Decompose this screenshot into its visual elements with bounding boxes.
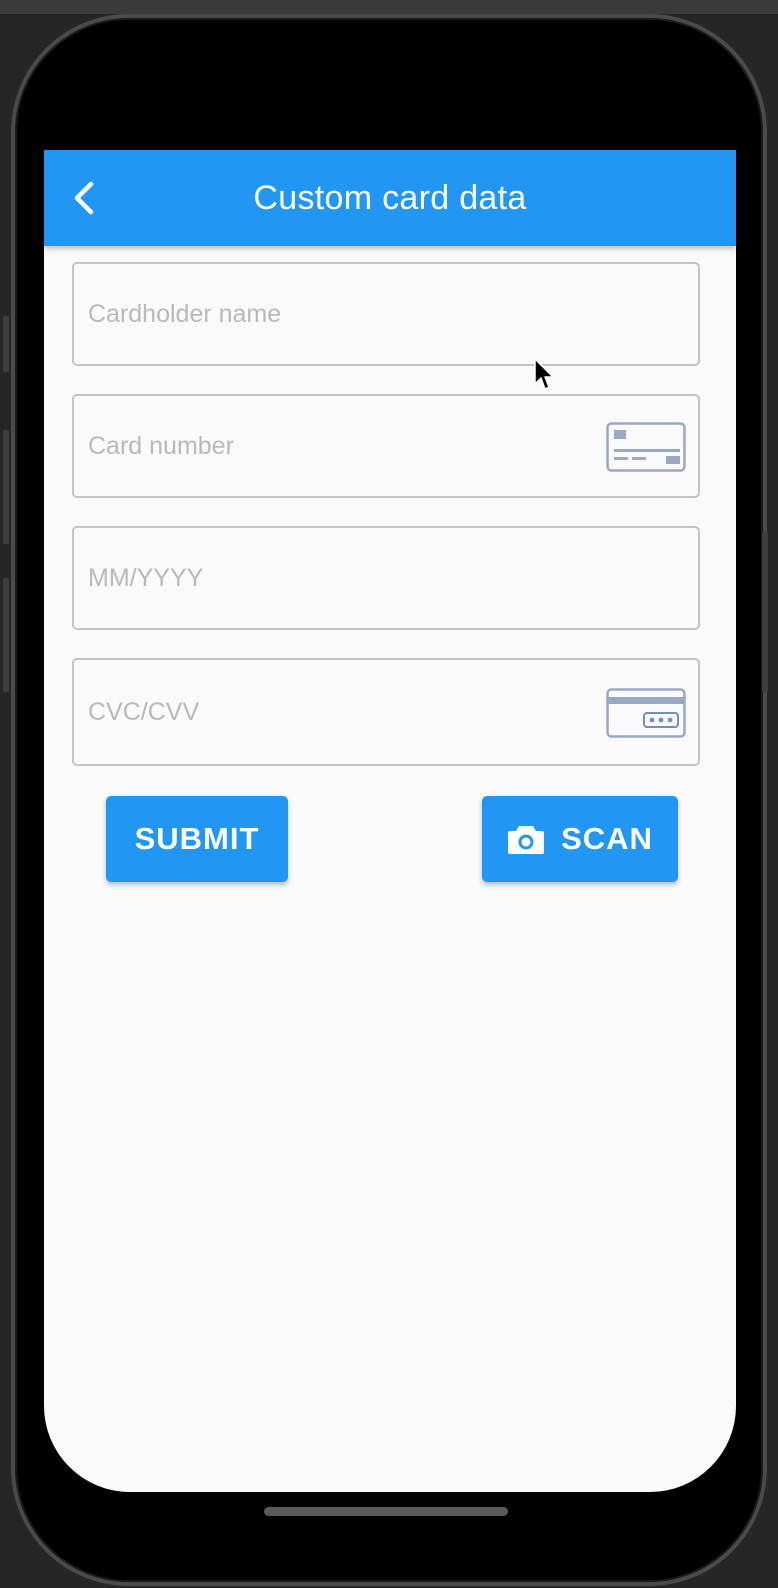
phone-side-button-power xyxy=(762,532,768,692)
home-indicator[interactable] xyxy=(264,1507,508,1516)
credit-card-front-icon xyxy=(606,422,686,472)
submit-button[interactable]: SUBMIT xyxy=(106,796,288,882)
card-number-field[interactable] xyxy=(72,394,700,498)
expiry-date-field[interactable] xyxy=(72,526,700,630)
credit-card-cvc-icon xyxy=(606,688,686,738)
card-number-input[interactable] xyxy=(86,396,590,496)
submit-button-label: SUBMIT xyxy=(134,821,260,856)
phone-side-button-volume-up xyxy=(3,430,9,544)
scan-button[interactable]: SCAN xyxy=(482,796,678,882)
app-screen: Custom card data SUBMIT xyxy=(44,150,736,1492)
cardholder-name-input[interactable] xyxy=(86,264,590,364)
mouse-cursor-icon xyxy=(534,358,554,390)
cardholder-name-field[interactable] xyxy=(72,262,700,366)
app-bar: Custom card data xyxy=(44,150,736,246)
scan-button-label: SCAN xyxy=(561,821,653,856)
expiry-date-input[interactable] xyxy=(86,528,590,628)
page-title: Custom card data xyxy=(253,179,527,217)
camera-icon xyxy=(508,826,545,854)
host-window-strip xyxy=(0,0,778,14)
cvc-field[interactable] xyxy=(72,658,700,766)
cvc-input[interactable] xyxy=(86,660,590,764)
phone-side-button-silent xyxy=(3,316,9,372)
phone-side-button-volume-down xyxy=(3,578,9,692)
